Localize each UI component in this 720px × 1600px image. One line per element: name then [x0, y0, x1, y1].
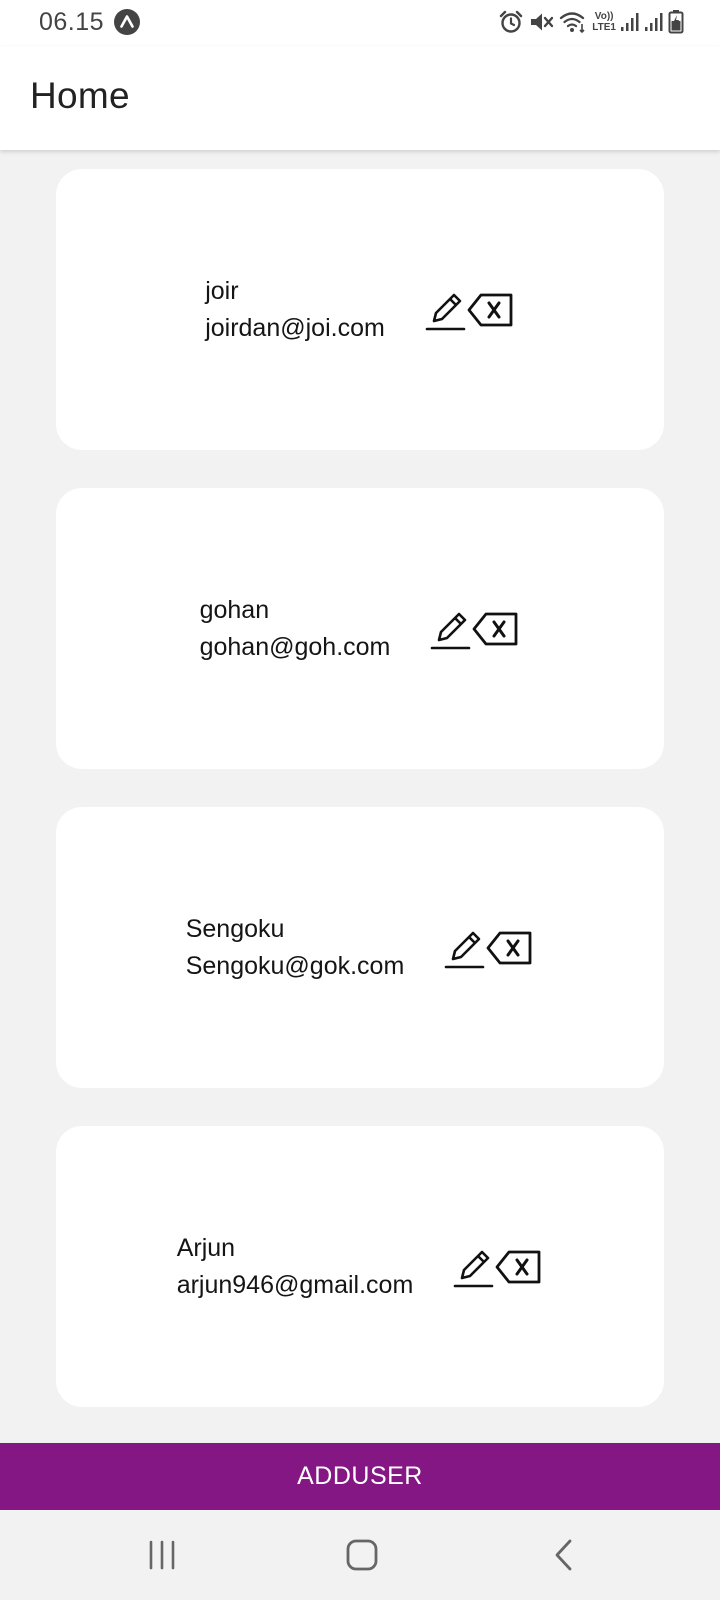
system-nav-bar	[0, 1510, 720, 1600]
user-name: Sengoku	[185, 914, 285, 943]
user-info: Arjun arjun946@gmail.com	[177, 1230, 414, 1304]
user-email: joirdan@joi.com	[205, 313, 385, 342]
backspace-x-icon[interactable]	[486, 927, 534, 969]
pencil-icon[interactable]	[453, 1246, 495, 1288]
backspace-x-icon[interactable]	[472, 608, 520, 650]
status-bar: 06.15 Vo)) LTE1	[0, 0, 720, 46]
wifi-icon	[558, 9, 588, 35]
status-time: 06.15	[39, 8, 105, 36]
card-row: Arjun arjun946@gmail.com	[56, 1126, 664, 1407]
app-bar: Home	[0, 46, 720, 150]
user-card: gohan gohan@goh.com	[56, 488, 664, 769]
pencil-icon[interactable]	[425, 289, 467, 331]
user-card: Arjun arjun946@gmail.com	[56, 1126, 664, 1407]
signal-icon	[644, 9, 664, 35]
battery-icon	[668, 9, 684, 35]
user-name: joir	[205, 276, 239, 305]
recents-icon[interactable]	[127, 1532, 197, 1578]
user-name: Arjun	[176, 1233, 236, 1262]
add-user-button[interactable]: ADDUSER	[0, 1443, 720, 1510]
user-name: gohan	[199, 595, 270, 624]
volte-label: Vo))	[594, 11, 614, 22]
home-icon[interactable]	[327, 1532, 397, 1578]
user-info: joir joirdan@joi.com	[205, 273, 385, 347]
backspace-x-icon[interactable]	[467, 289, 515, 331]
volte-icon: Vo)) LTE1	[592, 11, 616, 33]
card-actions	[453, 1246, 543, 1288]
status-indicators: Vo)) LTE1	[498, 8, 684, 36]
card-row: joir joirdan@joi.com	[56, 169, 664, 450]
user-email: arjun946@gmail.com	[176, 1270, 414, 1299]
user-card: Sengoku Sengoku@gok.com	[56, 807, 664, 1088]
backspace-x-icon[interactable]	[495, 1246, 543, 1288]
user-info: gohan gohan@goh.com	[200, 592, 391, 666]
signal-icon	[620, 9, 640, 35]
lte-label: LTE1	[592, 22, 616, 33]
card-actions	[425, 289, 515, 331]
card-actions	[444, 927, 534, 969]
user-card: joir joirdan@joi.com	[56, 169, 664, 450]
user-email: Sengoku@gok.com	[185, 951, 405, 980]
arrow-up-circle-icon	[114, 9, 140, 35]
card-row: gohan gohan@goh.com	[56, 488, 664, 769]
pencil-icon[interactable]	[430, 608, 472, 650]
user-info: Sengoku Sengoku@gok.com	[186, 911, 405, 985]
back-icon[interactable]	[529, 1532, 599, 1578]
mute-icon	[528, 9, 554, 35]
user-email: gohan@goh.com	[199, 632, 391, 661]
card-row: Sengoku Sengoku@gok.com	[56, 807, 664, 1088]
card-actions	[430, 608, 520, 650]
page-title: Home	[30, 75, 130, 116]
pencil-icon[interactable]	[444, 927, 486, 969]
alarm-icon	[498, 9, 524, 35]
